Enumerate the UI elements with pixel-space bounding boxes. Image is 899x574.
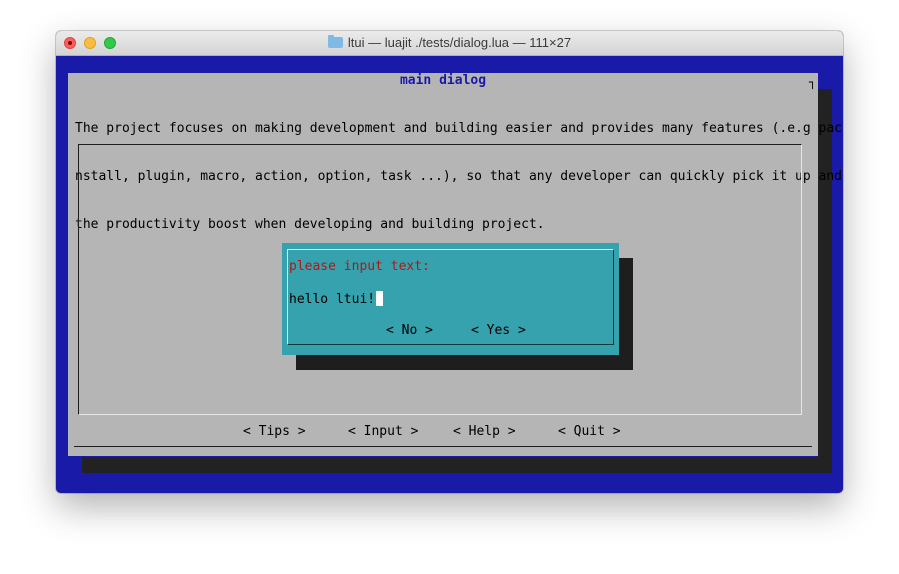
terminal-area[interactable]: main dialog ┐ The project focuses on mak… <box>56 56 843 493</box>
frame-corner: ┐ <box>809 75 817 89</box>
quit-button[interactable]: < Quit > <box>558 424 621 440</box>
main-dialog: main dialog ┐ The project focuses on mak… <box>68 73 843 456</box>
text-input-field[interactable]: hello ltui! <box>289 291 384 308</box>
main-dialog-shadow-side <box>818 89 832 473</box>
yes-button[interactable]: < Yes > <box>471 323 526 339</box>
folder-icon <box>327 35 343 48</box>
no-button[interactable]: < No > <box>386 323 433 339</box>
tips-button[interactable]: < Tips > <box>243 424 306 440</box>
title-bar[interactable]: ltui — luajit ./tests/dialog.lua — 111×2… <box>56 31 843 56</box>
bottom-divider <box>74 446 812 447</box>
window-title: ltui — luajit ./tests/dialog.lua — 111×2… <box>347 35 572 50</box>
input-prompt-label: please input text: <box>289 259 430 274</box>
input-dialog: please input text: hello ltui! < No > < … <box>282 243 619 355</box>
text-cursor <box>376 291 384 306</box>
text-input-value: hello ltui! <box>289 292 376 307</box>
terminal-window: ltui — luajit ./tests/dialog.lua — 111×2… <box>56 31 843 493</box>
main-dialog-title: main dialog <box>399 73 487 88</box>
input-button[interactable]: < Input > <box>348 424 418 440</box>
help-button[interactable]: < Help > <box>453 424 516 440</box>
description-line: The project focuses on making developmen… <box>75 121 843 136</box>
main-dialog-shadow <box>82 457 832 473</box>
